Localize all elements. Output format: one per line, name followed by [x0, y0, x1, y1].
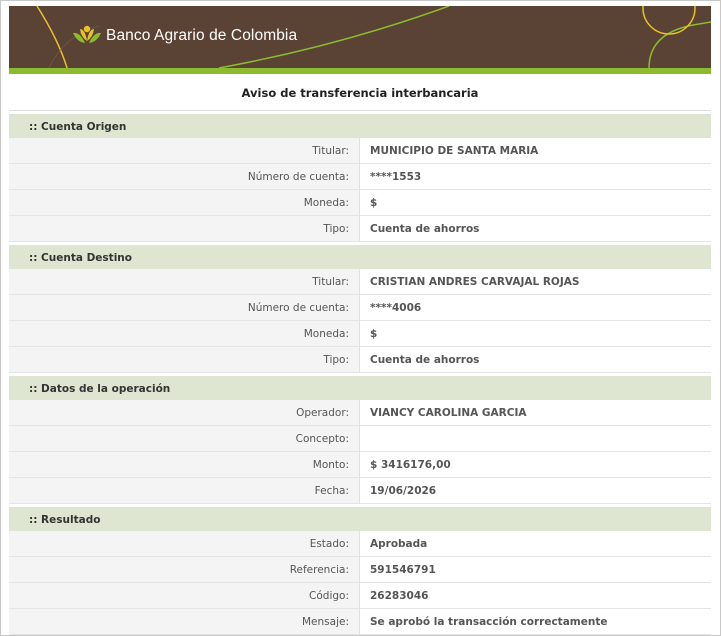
detail-row: Moneda: $ [9, 190, 711, 216]
field-label: Titular: [9, 269, 360, 294]
field-label: Número de cuenta: [9, 295, 360, 320]
leaf-logo-icon [73, 25, 101, 43]
field-label: Código: [9, 583, 360, 608]
detail-row: Fecha: 19/06/2026 [9, 478, 711, 504]
field-label: Fecha: [9, 478, 360, 503]
field-label: Tipo: [9, 347, 360, 372]
field-value [360, 426, 711, 451]
header-banner: Banco Agrario de Colombia [9, 6, 711, 68]
transfer-notice-panel: Aviso de transferencia interbancaria :: … [9, 74, 711, 635]
field-label: Estado: [9, 531, 360, 556]
field-label: Titular: [9, 138, 360, 163]
field-label: Moneda: [9, 190, 360, 215]
section-header-datos-operacion: :: Datos de la operación [9, 376, 711, 400]
field-label: Monto: [9, 452, 360, 477]
field-value: $ [370, 328, 378, 340]
field-label: Moneda: [9, 321, 360, 346]
detail-row: Código: 26283046 [9, 583, 711, 609]
brand-logo: Banco Agrario de Colombia [71, 23, 297, 49]
detail-row: Mensaje: Se aprobó la transacción correct… [9, 609, 711, 635]
section-header-cuenta-origen: :: Cuenta Origen [9, 114, 711, 138]
field-value: Cuenta de ahorros [370, 223, 480, 235]
field-value: VIANCY CAROLINA GARCIA [370, 407, 527, 419]
field-label: Concepto: [9, 426, 360, 451]
detail-row: Titular: MUNICIPIO DE SANTA MARIA [9, 138, 711, 164]
field-value: MUNICIPIO DE SANTA MARIA [370, 145, 539, 157]
field-value: ****1553 [370, 171, 422, 183]
field-value: 26283046 [370, 590, 429, 602]
page-title: Aviso de transferencia interbancaria [9, 74, 711, 111]
field-value: ****4006 [370, 302, 422, 314]
detail-row: Titular: CRISTIAN ANDRES CARVAJAL ROJAS [9, 269, 711, 295]
detail-row: Número de cuenta: ****1553 [9, 164, 711, 190]
field-label: Operador: [9, 400, 360, 425]
field-value: $ [370, 197, 378, 209]
detail-row: Estado: Aprobada [9, 531, 711, 557]
field-value: $ 3416176,00 [370, 459, 451, 471]
detail-row: Operador: VIANCY CAROLINA GARCIA [9, 400, 711, 426]
section-header-cuenta-destino: :: Cuenta Destino [9, 245, 711, 269]
detail-row: Monto: $ 3416176,00 [9, 452, 711, 478]
field-label: Referencia: [9, 557, 360, 582]
section-header-resultado: :: Resultado [9, 507, 711, 531]
detail-row: Referencia: 591546791 [9, 557, 711, 583]
brand-name: Banco Agrario de Colombia [106, 27, 298, 44]
field-value: Aprobada [370, 538, 428, 550]
field-label: Mensaje: [9, 609, 360, 634]
detail-row: Moneda: $ [9, 321, 711, 347]
receipt-frame: Banco Agrario de Colombia Aviso de trans… [0, 0, 721, 636]
detail-row: Concepto: [9, 426, 711, 452]
field-value: Cuenta de ahorros [370, 354, 480, 366]
field-label: Número de cuenta: [9, 164, 360, 189]
detail-row: Tipo: Cuenta de ahorros [9, 347, 711, 373]
field-value: CRISTIAN ANDRES CARVAJAL ROJAS [370, 276, 580, 288]
detail-row: Tipo: Cuenta de ahorros [9, 216, 711, 242]
field-label: Tipo: [9, 216, 360, 241]
field-value: Se aprobó la transacción correctamente [370, 616, 608, 628]
detail-row: Número de cuenta: ****4006 [9, 295, 711, 321]
field-value: 591546791 [370, 564, 436, 576]
field-value: 19/06/2026 [370, 485, 437, 497]
